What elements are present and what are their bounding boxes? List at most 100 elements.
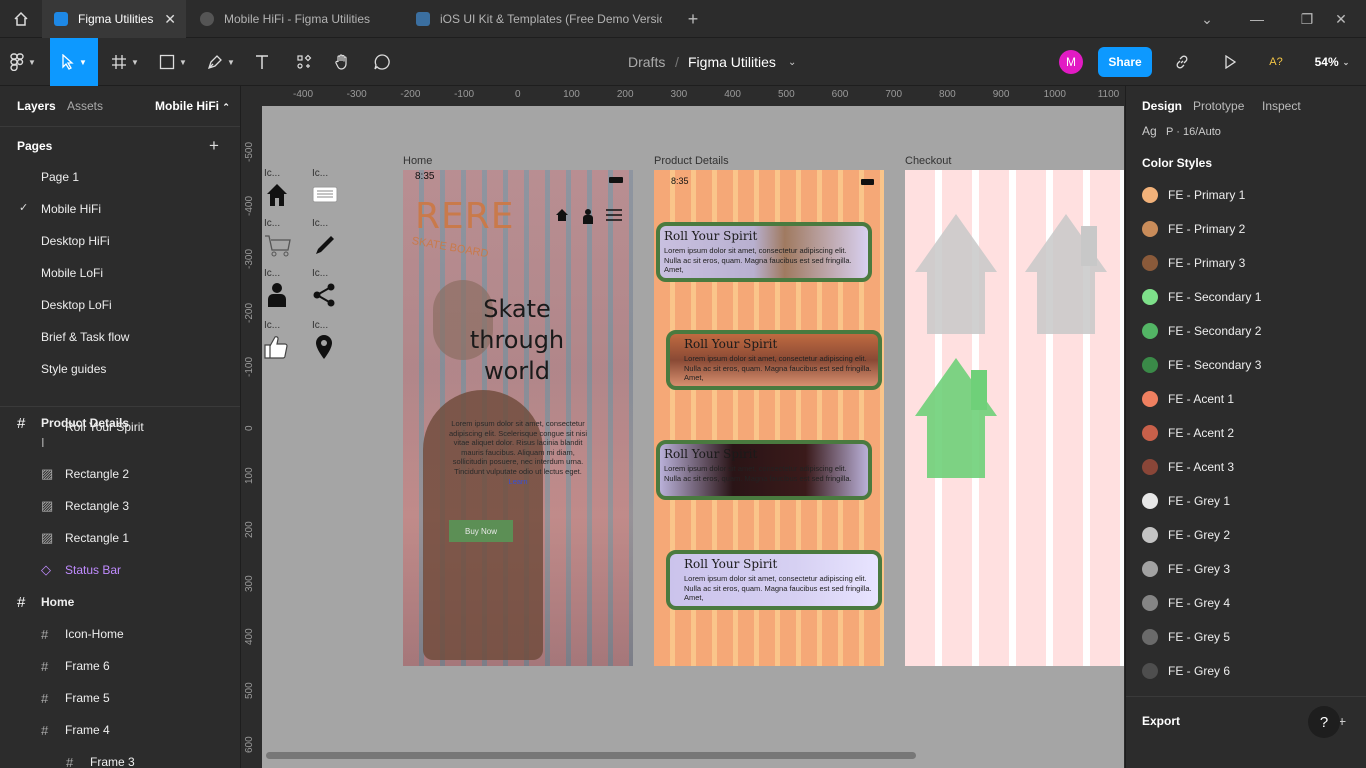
color-style-row[interactable]: FE - Secondary 2 bbox=[1142, 314, 1362, 348]
product-card[interactable]: Roll Your Spirit Lorem ipsum dolor sit am… bbox=[666, 330, 882, 390]
text-tool[interactable] bbox=[248, 38, 276, 86]
color-style-row[interactable]: FE - Acent 3 bbox=[1142, 450, 1362, 484]
pencil-icon[interactable] bbox=[314, 234, 336, 256]
frame-product-details[interactable]: 8:35 Roll Your Spirit Lorem ipsum dolor s… bbox=[654, 170, 884, 666]
main-menu-button[interactable]: ▼ bbox=[0, 38, 46, 86]
message-icon[interactable] bbox=[312, 186, 338, 206]
home-icon[interactable] bbox=[555, 208, 569, 222]
cart-icon[interactable] bbox=[264, 234, 292, 258]
product-card[interactable]: Roll Your Spirit Lorem ipsum dolor sit am… bbox=[656, 222, 872, 282]
house-illustration bbox=[1025, 214, 1107, 334]
layer-row[interactable]: # Frame 5 bbox=[0, 682, 240, 714]
color-style-row[interactable]: FE - Primary 2 bbox=[1142, 212, 1362, 246]
frame-checkout[interactable] bbox=[905, 170, 1124, 666]
color-style-row[interactable]: FE - Secondary 3 bbox=[1142, 348, 1362, 382]
close-window-button[interactable]: ✕ bbox=[1316, 0, 1366, 38]
tab-mobile-hifi[interactable]: Mobile HiFi - Figma Utilities bbox=[188, 0, 402, 38]
product-card[interactable]: Roll Your Spirit Lorem ipsum dolor sit am… bbox=[666, 550, 882, 610]
breadcrumb-drafts[interactable]: Drafts bbox=[628, 38, 665, 86]
tab-inspect[interactable]: Inspect bbox=[1262, 99, 1301, 113]
tab-assets[interactable]: Assets bbox=[67, 99, 103, 113]
frame-label-home[interactable]: Home bbox=[403, 155, 432, 167]
help-button[interactable]: ? bbox=[1308, 706, 1340, 738]
color-style-row[interactable]: FE - Grey 6 bbox=[1142, 654, 1362, 688]
accessibility-button[interactable]: A? bbox=[1264, 38, 1288, 86]
page-item[interactable]: Brief & Task flow bbox=[41, 330, 129, 344]
tab-design[interactable]: Design bbox=[1142, 99, 1182, 113]
frame-home[interactable]: 8:35 RERE SKATE BOARD Skate through worl… bbox=[403, 170, 633, 666]
zoom-menu[interactable]: 54% ⌄ bbox=[1312, 38, 1352, 86]
layer-row[interactable]: ▨ Rectangle 1 bbox=[0, 522, 240, 554]
resources-tool[interactable] bbox=[290, 38, 318, 86]
shape-tool[interactable]: ▼ bbox=[152, 38, 194, 86]
ruler-tick-label: 500 bbox=[244, 682, 255, 699]
checkmark-icon: ✓ bbox=[19, 202, 29, 214]
thumbs-up-icon[interactable] bbox=[263, 334, 289, 360]
file-name[interactable]: Figma Utilities bbox=[688, 38, 776, 86]
location-pin-icon[interactable] bbox=[315, 334, 333, 360]
text-style-icon: Ag bbox=[1142, 124, 1157, 138]
tab-list-button[interactable]: ⌄ bbox=[1182, 0, 1232, 38]
home-icon[interactable] bbox=[266, 183, 288, 207]
color-style-row[interactable]: FE - Acent 2 bbox=[1142, 416, 1362, 450]
tab-prototype[interactable]: Prototype bbox=[1193, 99, 1244, 113]
close-tab-icon[interactable]: ✕ bbox=[164, 11, 176, 28]
copy-link-button[interactable] bbox=[1170, 38, 1194, 86]
tab-ios-ui-kit[interactable]: iOS UI Kit & Templates (Free Demo Versio… bbox=[404, 0, 674, 38]
horizontal-scrollbar[interactable] bbox=[266, 752, 916, 759]
move-tool[interactable]: ▼ bbox=[50, 38, 98, 86]
layer-row[interactable]: # Frame 3 bbox=[0, 746, 240, 768]
layer-row[interactable]: ▨ Rectangle 2 bbox=[0, 458, 240, 490]
tab-layers[interactable]: Layers bbox=[17, 99, 56, 113]
frame-label-checkout[interactable]: Checkout bbox=[905, 155, 951, 167]
comment-tool[interactable] bbox=[368, 38, 396, 86]
color-style-row[interactable]: FE - Grey 4 bbox=[1142, 586, 1362, 620]
hand-tool[interactable] bbox=[328, 38, 356, 86]
color-style-row[interactable]: FE - Grey 1 bbox=[1142, 484, 1362, 518]
page-item[interactable]: Desktop HiFi bbox=[41, 234, 110, 248]
buy-now-button[interactable]: Buy Now bbox=[449, 520, 513, 542]
properties-panel: Design Prototype Inspect Ag P · 16/Auto … bbox=[1125, 86, 1366, 768]
layer-row[interactable]: ◇ Status Bar bbox=[0, 554, 240, 586]
layer-row[interactable]: ▨ Rectangle 3 bbox=[0, 490, 240, 522]
text-style-row[interactable]: Ag P · 16/Auto bbox=[1142, 124, 1221, 138]
product-card[interactable]: Roll Your Spirit Lorem ipsum dolor sit am… bbox=[656, 440, 872, 500]
new-tab-button[interactable]: + bbox=[668, 0, 718, 38]
learn-link[interactable]: Learn bbox=[508, 477, 527, 486]
color-style-row[interactable]: FE - Primary 1 bbox=[1142, 178, 1362, 212]
color-style-row[interactable]: FE - Grey 3 bbox=[1142, 552, 1362, 586]
layer-row[interactable]: # Frame 6 bbox=[0, 650, 240, 682]
layer-row[interactable]: # Frame 4 bbox=[0, 714, 240, 746]
color-style-row[interactable]: FE - Grey 2 bbox=[1142, 518, 1362, 552]
layer-row[interactable]: # Icon-Home bbox=[0, 618, 240, 650]
avatar[interactable]: M bbox=[1058, 38, 1084, 86]
pen-tool[interactable]: ▼ bbox=[200, 38, 242, 86]
layer-row[interactable]: # Home bbox=[0, 586, 240, 618]
user-icon[interactable] bbox=[267, 282, 287, 308]
frame-tool[interactable]: ▼ bbox=[104, 38, 146, 86]
chevron-down-icon[interactable]: ⌄ bbox=[788, 38, 796, 86]
share-icon[interactable] bbox=[311, 282, 337, 308]
user-icon[interactable] bbox=[582, 208, 594, 224]
page-item[interactable]: Desktop LoFi bbox=[41, 298, 112, 312]
color-style-row[interactable]: FE - Secondary 1 bbox=[1142, 280, 1362, 314]
present-button[interactable] bbox=[1220, 38, 1240, 86]
frame-label-product-details[interactable]: Product Details bbox=[654, 155, 729, 167]
color-style-row[interactable]: FE - Grey 5 bbox=[1142, 620, 1362, 654]
color-style-row[interactable]: FE - Primary 3 bbox=[1142, 246, 1362, 280]
minimize-button[interactable]: — bbox=[1232, 0, 1282, 38]
share-button[interactable]: Share bbox=[1098, 47, 1152, 77]
add-page-button[interactable]: + bbox=[209, 136, 219, 156]
page-item[interactable]: Mobile LoFi bbox=[41, 266, 103, 280]
home-button[interactable] bbox=[0, 0, 42, 38]
page-item[interactable]: Page 1 bbox=[41, 170, 79, 184]
page-item[interactable]: Mobile HiFi bbox=[41, 202, 101, 216]
canvas[interactable]: Ic... Ic... Ic... Ic... Ic... Ic... Ic..… bbox=[262, 106, 1124, 768]
page-item[interactable]: Style guides bbox=[41, 362, 106, 376]
export-section-title[interactable]: Export bbox=[1142, 714, 1180, 728]
menu-icon[interactable] bbox=[606, 209, 622, 221]
page-selector[interactable]: Mobile HiFi ⌃ bbox=[155, 99, 230, 113]
color-style-row[interactable]: FE - Acent 1 bbox=[1142, 382, 1362, 416]
layer-row[interactable]: I Roll Your Spirit bbox=[0, 420, 240, 458]
tab-figma-utilities[interactable]: Figma Utilities ✕ bbox=[42, 0, 186, 38]
